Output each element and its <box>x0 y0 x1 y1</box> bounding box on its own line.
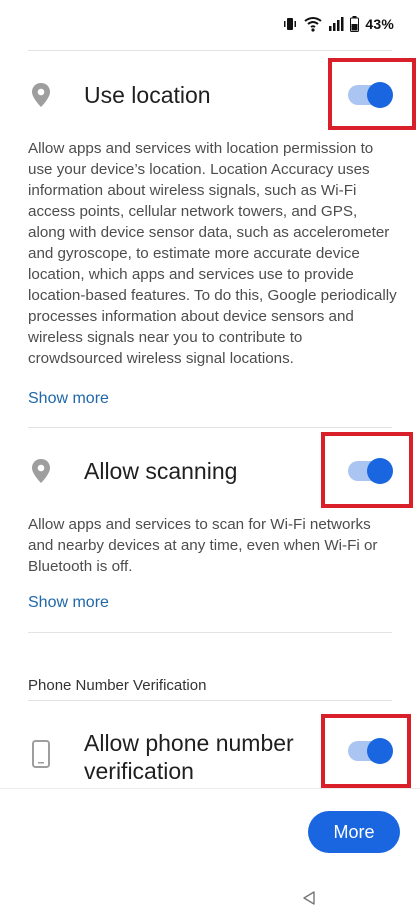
use-location-show-more-link[interactable]: Show more <box>28 390 109 408</box>
signal-icon <box>329 17 344 31</box>
location-pin-icon <box>32 459 50 483</box>
phone-verification-title: Allow phone number verification <box>84 729 294 785</box>
highlight-box <box>328 58 416 130</box>
use-location-description: Allow apps and services with location pe… <box>28 140 397 367</box>
location-pin-icon <box>32 83 50 107</box>
divider <box>28 700 392 701</box>
status-bar: 43% <box>0 0 420 50</box>
wifi-icon <box>304 17 322 32</box>
vibrate-icon <box>284 18 297 30</box>
allow-scanning-title: Allow scanning <box>84 458 238 484</box>
battery-icon <box>350 16 360 32</box>
footer-divider <box>0 788 420 789</box>
use-location-title: Use location <box>84 82 211 108</box>
highlight-box <box>321 714 411 788</box>
status-icons: 43% <box>282 16 394 32</box>
allow-scanning-show-more-link[interactable]: Show more <box>28 594 109 612</box>
nav-back-icon[interactable] <box>302 890 316 906</box>
phone-verification-title-line2: verification <box>84 758 194 784</box>
highlight-box <box>321 432 413 508</box>
divider <box>28 632 392 633</box>
phone-verification-title-line1: Allow phone number <box>84 730 294 756</box>
divider <box>28 427 392 428</box>
section-header: Phone Number Verification <box>28 677 207 694</box>
more-button[interactable]: More <box>308 811 400 853</box>
divider <box>28 50 392 51</box>
allow-scanning-description: Allow apps and services to scan for Wi-F… <box>28 516 378 575</box>
battery-percent: 43% <box>365 16 394 32</box>
phone-icon <box>32 740 50 768</box>
